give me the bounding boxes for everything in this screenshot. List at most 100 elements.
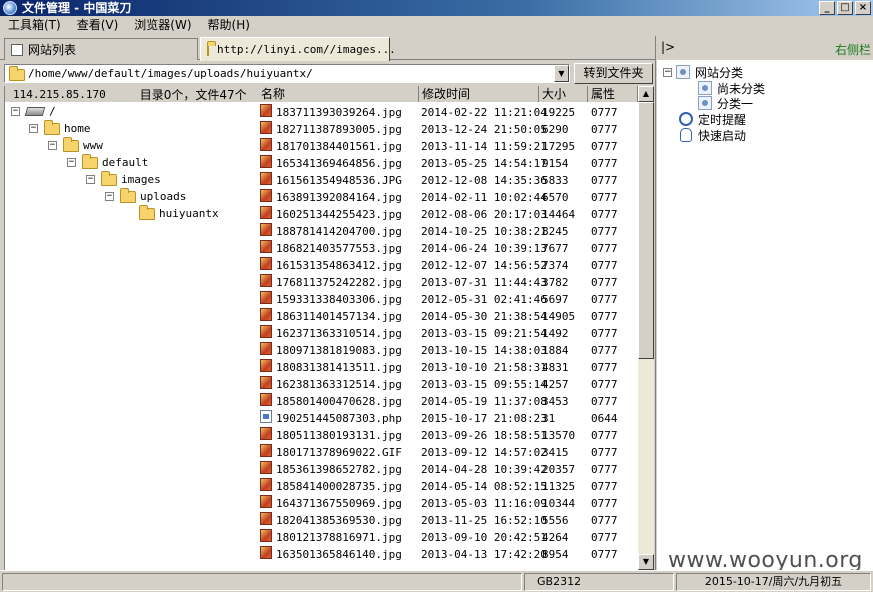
file-name: 160251344255423.jpg [276, 208, 402, 221]
tree-node-images[interactable]: − images [86, 170, 161, 188]
image-file-icon [260, 359, 272, 372]
image-file-icon [260, 223, 272, 236]
file-size: 7677 [542, 242, 569, 255]
menu-browser[interactable]: 浏览器(W) [126, 16, 199, 35]
collapse-icon[interactable]: − [663, 67, 672, 77]
file-row[interactable]: 180171378969022.GIF 2013-09-12 14:57:02 34… [258, 444, 638, 461]
close-button[interactable]: × [855, 1, 871, 15]
file-name: 162381363312514.jpg [276, 378, 402, 391]
file-row[interactable]: 180971381819083.jpg 2013-10-15 14:38:03 18… [258, 342, 638, 359]
file-row[interactable]: 163501365846140.jpg 2013-04-13 17:42:20 89… [258, 546, 638, 563]
maximize-button[interactable]: □ [837, 1, 853, 15]
file-size: 14905 [542, 310, 576, 323]
column-attr[interactable]: 属性 [588, 86, 638, 102]
tree-node-huiyuantx[interactable]: huiyuantx [139, 204, 219, 222]
file-count-summary: 目录0个，文件47个 [139, 87, 247, 102]
column-size[interactable]: 大小 [539, 86, 588, 102]
file-mtime: 2012-12-07 14:56:52 [421, 259, 547, 272]
tab-file-manager[interactable]: http://linyi.com//images... [200, 37, 396, 61]
file-attr: 0777 [591, 531, 618, 544]
collapse-icon[interactable]: − [48, 141, 57, 150]
file-row[interactable]: 159331338403306.jpg 2012-05-31 02:41:46 56… [258, 291, 638, 308]
file-row[interactable]: 165341369464856.jpg 2013-05-25 14:54:17 91… [258, 155, 638, 172]
tree-node-default[interactable]: − default [67, 153, 148, 171]
file-mtime: 2013-11-14 11:59:21 [421, 140, 547, 153]
collapse-icon[interactable]: − [11, 107, 20, 116]
file-row[interactable]: 186311401457134.jpg 2014-05-30 21:38:54 14… [258, 308, 638, 325]
collapse-icon[interactable]: − [29, 124, 38, 133]
file-size: 4264 [542, 531, 569, 544]
scroll-down-icon[interactable]: ▼ [638, 554, 654, 570]
minimize-button[interactable]: _ [819, 1, 835, 15]
image-file-icon [260, 325, 272, 338]
scroll-thumb[interactable] [638, 102, 654, 359]
scroll-up-icon[interactable]: ▲ [638, 86, 654, 102]
menu-help[interactable]: 帮助(H) [200, 16, 258, 35]
file-name: 165341369464856.jpg [276, 157, 402, 170]
menu-tools[interactable]: 工具箱(T) [0, 16, 69, 35]
file-row[interactable]: 180121378816971.jpg 2013-09-10 20:42:51 42… [258, 529, 638, 546]
image-file-icon [260, 376, 272, 389]
file-row[interactable]: 161561354948536.JPG 2012-12-08 14:35:36 58… [258, 172, 638, 189]
column-mtime[interactable]: 修改时间 [419, 86, 539, 102]
tab-file-manager-label: http://linyi.com//images... [217, 43, 396, 56]
file-row[interactable]: 185841400028735.jpg 2014-05-14 08:52:15 11… [258, 478, 638, 495]
folder-icon [9, 66, 25, 81]
list-icon [11, 43, 23, 56]
path-input[interactable]: /home/www/default/images/uploads/huiyuan… [4, 64, 570, 83]
file-row[interactable]: 162381363312514.jpg 2013-03-15 09:55:14 42… [258, 376, 638, 393]
menu-bar: 工具箱(T) 查看(V) 浏览器(W) 帮助(H) [0, 16, 873, 35]
file-row[interactable]: 164371367550969.jpg 2013-05-03 11:16:09 10… [258, 495, 638, 512]
file-row[interactable]: 190251445087303.php 2015-10-17 21:08:23 31… [258, 410, 638, 427]
category-icon [676, 65, 690, 79]
category-root[interactable]: − 网站分类 [663, 64, 743, 80]
file-row[interactable]: 161531354863412.jpg 2012-12-07 14:56:52 73… [258, 257, 638, 274]
file-row[interactable]: 180511380193131.jpg 2013-09-26 18:58:51 13… [258, 427, 638, 444]
file-row[interactable]: 182041385369530.jpg 2013-11-25 16:52:10 55… [258, 512, 638, 529]
category-label: 分类一 [717, 96, 754, 111]
file-row[interactable]: 160251344255423.jpg 2012-08-06 20:17:03 14… [258, 206, 638, 223]
chevron-down-icon[interactable]: ▼ [554, 65, 569, 82]
collapse-icon[interactable]: − [86, 175, 95, 184]
menu-view[interactable]: 查看(V) [69, 16, 127, 35]
file-size: 8954 [542, 548, 569, 561]
file-row[interactable]: 182711387893005.jpg 2013-12-24 21:50:05 62… [258, 121, 638, 138]
file-row[interactable]: 188781414204700.jpg 2014-10-25 10:38:21 82… [258, 223, 638, 240]
file-attr: 0777 [591, 548, 618, 561]
file-row[interactable]: 176811375242282.jpg 2013-07-31 11:44:43 37… [258, 274, 638, 291]
collapse-icon[interactable]: − [105, 192, 114, 201]
file-list: 名称 修改时间 大小 属性 183711393039264.jpg 2014-02… [258, 86, 638, 570]
tree-node-www[interactable]: − www [48, 136, 103, 154]
file-row[interactable]: 186821403577553.jpg 2014-06-24 10:39:13 76… [258, 240, 638, 257]
tree-node-home[interactable]: − home [29, 119, 91, 137]
file-attr: 0777 [591, 480, 618, 493]
scheduled-reminder[interactable]: 定时提醒 [679, 111, 746, 127]
tree-node-uploads[interactable]: − uploads [105, 187, 186, 205]
file-name: 176811375242282.jpg [276, 276, 402, 289]
tree-node-label: home [64, 122, 91, 135]
file-row[interactable]: 185801400470628.jpg 2014-05-19 11:37:08 34… [258, 393, 638, 410]
column-name[interactable]: 名称 [258, 86, 419, 102]
file-row[interactable]: 180831381413511.jpg 2013-10-10 21:58:31 48… [258, 359, 638, 376]
tab-site-list[interactable]: 网站列表 [4, 38, 198, 60]
file-size: 3453 [542, 395, 569, 408]
file-row[interactable]: 163891392084164.jpg 2014-02-11 10:02:44 65… [258, 189, 638, 206]
file-row[interactable]: 181701384401561.jpg 2013-11-14 11:59:21 17… [258, 138, 638, 155]
collapse-icon[interactable]: − [67, 158, 76, 167]
goto-folder-button[interactable]: 转到文件夹 [574, 63, 653, 84]
file-attr: 0777 [591, 327, 618, 340]
tree-node-label: / [49, 105, 56, 118]
file-row[interactable]: 183711393039264.jpg 2014-02-22 11:21:04 19… [258, 104, 638, 121]
image-file-icon [260, 461, 272, 474]
file-mtime: 2013-04-13 17:42:20 [421, 548, 547, 561]
clock-icon [679, 112, 693, 126]
file-size: 19225 [542, 106, 576, 119]
tree-node-root[interactable]: − / [11, 103, 56, 120]
file-row[interactable]: 185361398652782.jpg 2014-04-28 10:39:42 20… [258, 461, 638, 478]
file-list-header: 名称 修改时间 大小 属性 [258, 86, 638, 102]
panel-toggle-button[interactable]: |> [661, 40, 675, 54]
file-row[interactable]: 162371363310514.jpg 2013-03-15 09:21:54 14… [258, 325, 638, 342]
file-list-scrollbar[interactable]: ▲ ▼ [638, 86, 654, 570]
quick-start[interactable]: 快速启动 [680, 127, 746, 143]
category-one[interactable]: 分类一 [698, 95, 753, 111]
